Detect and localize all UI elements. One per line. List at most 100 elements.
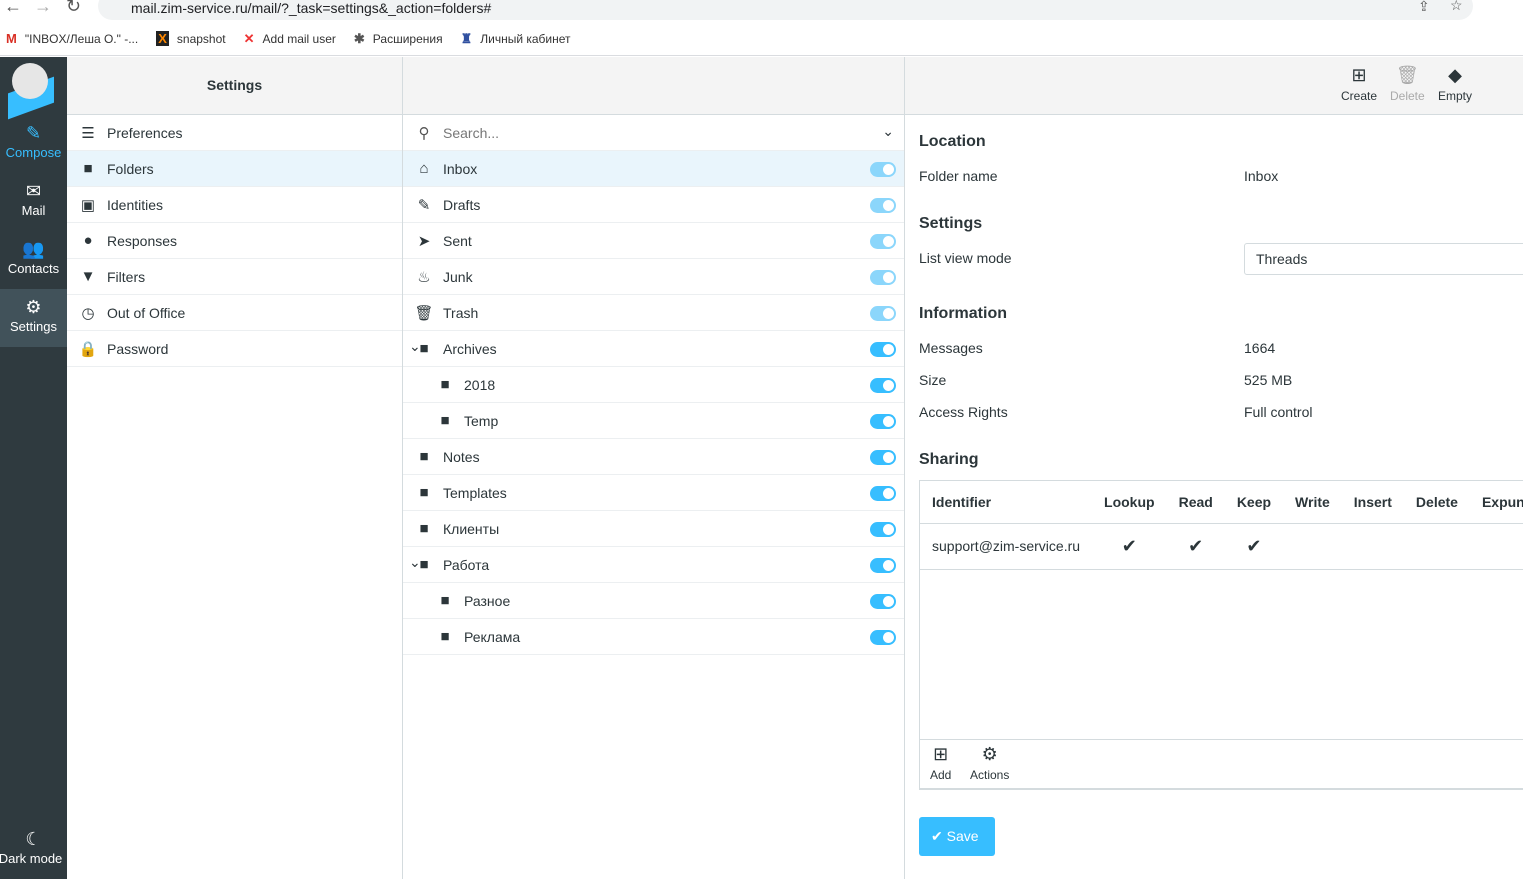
chevron-down-icon[interactable]: ⌄ [409,338,421,355]
folder-list-header [403,57,904,115]
save-button[interactable]: ✔ Save [919,817,995,856]
list-view-mode-label: List view mode [919,250,1012,266]
bookmark-extensions[interactable]: ✱ Расширения [354,31,443,47]
clock-icon: ◷ [81,304,95,322]
subscribe-toggle[interactable] [870,522,896,537]
folder-search[interactable]: ⚲ Search... ⌄ [403,115,904,151]
folder-item[interactable]: ⌄ ■ Работа [403,547,904,583]
settings-item-folders[interactable]: ■ Folders [67,151,402,187]
settings-item-responses[interactable]: ● Responses [67,223,402,259]
list-view-mode-select[interactable]: Threads [1244,243,1523,275]
subscribe-toggle[interactable] [870,234,896,249]
folder-icon: ■ [419,448,429,465]
main-nav: ✎ Compose ✉ Mail 👥 Contacts ⚙ Settings ☾ Dark… [0,57,67,879]
folder-icon: ■ [440,592,450,609]
folder-item[interactable]: ■ Temp [403,403,904,439]
column-header: Identifier [920,481,1093,524]
users-icon: 👥 [22,239,45,259]
nav-compose[interactable]: ✎ Compose [0,115,67,173]
subscribe-toggle[interactable] [870,594,896,609]
subscribe-toggle[interactable] [870,198,896,213]
nav-contacts[interactable]: 👥 Contacts [0,231,67,289]
settings-item-password[interactable]: 🔒 Password [67,331,402,367]
subscribe-toggle[interactable] [870,270,896,285]
folder-label: Templates [443,484,507,501]
share-icon[interactable]: ⇪ [1418,0,1430,15]
folder-item[interactable]: ➤ Sent [403,223,904,259]
add-button[interactable]: ⊞ Add [930,744,951,782]
delete-button[interactable]: 🗑 Delete [1390,65,1425,103]
column-header: Read [1166,481,1225,524]
lookup-check-icon: ✔ [1092,523,1167,570]
logo [4,61,54,120]
folder-item[interactable]: ■ Notes [403,439,904,475]
bookmark-snapshot[interactable]: Xsnapshot [156,31,226,46]
table-row[interactable]: support@zim-service.ru ✔ ✔ ✔ [920,523,1523,570]
read-check-icon: ✔ [1166,523,1225,570]
subscribe-toggle[interactable] [870,486,896,501]
folder-label: Разное [464,592,511,609]
subscribe-toggle[interactable] [870,162,896,177]
nav-mail[interactable]: ✉ Mail [0,173,67,231]
bookmark-add-mail-user[interactable]: ✕ Add mail user [244,31,336,47]
chevron-down-icon[interactable]: ⌄ [882,123,894,140]
folder-item[interactable]: ⌄ ■ Archives [403,331,904,367]
settings-item-out-of-office[interactable]: ◷ Out of Office [67,295,402,331]
settings-item-filters[interactable]: ▼ Filters [67,259,402,295]
subscribe-toggle[interactable] [870,378,896,393]
folder-item[interactable]: ■ Templates [403,475,904,511]
folder-item[interactable]: ⌂ Inbox [403,151,904,187]
forward-icon[interactable]: → [34,0,52,17]
fire-icon: ♨ [417,268,431,286]
settings-item-identities[interactable]: ▣ Identities [67,187,402,223]
settings-list: Settings ☰ Preferences ■ Folders ▣ Identiti… [67,57,403,879]
folder-icon: ■ [440,412,450,429]
settings-item-preferences[interactable]: ☰ Preferences [67,115,402,151]
trash-icon: 🗑 [414,304,434,322]
pencil-icon: ✎ [417,196,431,214]
folder-icon: ■ [419,484,429,501]
dark-mode-toggle[interactable]: ☾ Dark mode [0,821,67,879]
trash-icon: 🗑 [1395,65,1419,85]
sharing-heading: Sharing [919,451,979,468]
folder-icon: ■ [440,628,450,645]
folder-item[interactable]: 🗑 Trash [403,295,904,331]
subscribe-toggle[interactable] [870,558,896,573]
chevron-down-icon[interactable]: ⌄ [409,554,421,571]
url-text: mail.zim-service.ru/mail/?_task=settings… [131,0,492,16]
folder-item[interactable]: ■ Разное [403,583,904,619]
folder-item[interactable]: ♨ Junk [403,259,904,295]
bookmark-gmail[interactable]: M "INBOX/Леша О." -... [6,31,138,46]
column-header: Insert [1341,481,1404,524]
folder-label: Drafts [443,196,481,213]
folder-item[interactable]: ✎ Drafts [403,187,904,223]
subscribe-toggle[interactable] [870,630,896,645]
folder-label: Trash [443,304,479,321]
subscribe-toggle[interactable] [870,306,896,321]
folder-icon: ■ [419,520,429,537]
create-button[interactable]: ⊞ Create [1341,65,1377,103]
actions-button[interactable]: ⚙ Actions [970,744,1009,782]
folder-label: Sent [443,232,472,249]
subscribe-toggle[interactable] [870,342,896,357]
folder-item[interactable]: ■ 2018 [403,367,904,403]
messages-label: Messages [919,340,983,356]
back-icon[interactable]: ← [4,0,22,17]
bookmark-cabinet[interactable]: ♜ Личный кабинет [461,31,571,47]
reload-icon[interactable]: ↻ [66,0,81,17]
check-icon: ✔ [931,828,943,844]
size-value: 525 MB [1244,372,1293,388]
search-input[interactable]: Search... [443,125,499,141]
folder-item[interactable]: ■ Реклама [403,619,904,655]
subscribe-toggle[interactable] [870,450,896,465]
access-rights-label: Access Rights [919,404,1008,420]
star-icon[interactable]: ☆ [1450,0,1463,14]
empty-button[interactable]: ◆ Empty [1438,65,1472,103]
sliders-icon: ☰ [81,124,95,142]
subscribe-toggle[interactable] [870,414,896,429]
location-heading: Location [919,133,986,150]
address-bar[interactable]: mail.zim-service.ru/mail/?_task=settings… [98,0,1473,20]
folder-item[interactable]: ■ Клиенты [403,511,904,547]
nav-settings[interactable]: ⚙ Settings [0,289,67,347]
folder-label: Junk [443,268,473,285]
